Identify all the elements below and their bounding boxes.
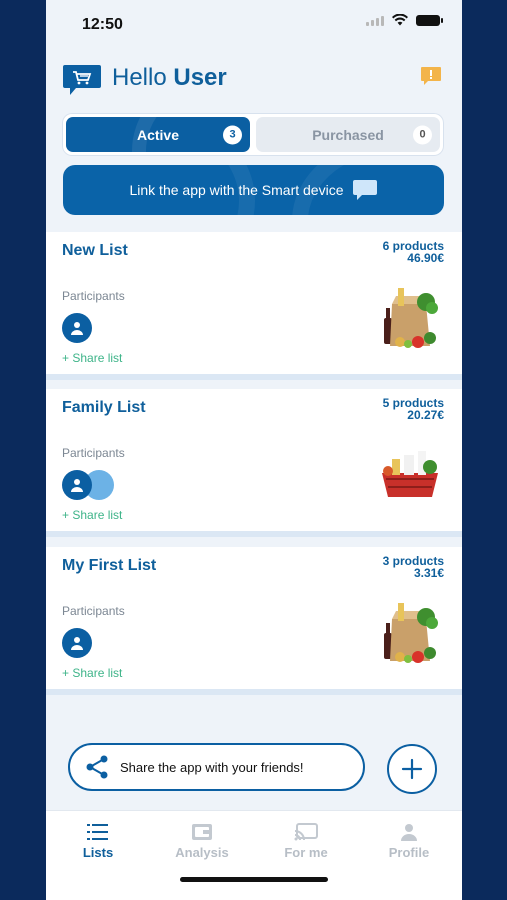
wifi-icon [392, 14, 408, 26]
active-count-badge: 3 [223, 125, 242, 144]
tab-lists-label: Lists [82, 845, 114, 860]
avatar [62, 470, 92, 500]
user-name: User [173, 64, 227, 91]
tab-for-me[interactable]: For me [266, 823, 346, 860]
share-app-label: Share the app with your friends! [120, 759, 304, 775]
tab-active-label: Active [136, 126, 180, 143]
tab-lists[interactable]: Lists [58, 823, 138, 860]
participants-label: Participants [62, 446, 125, 460]
wallet-icon [192, 824, 212, 840]
participants-label: Participants [62, 604, 125, 618]
tab-active[interactable]: Active 3 [66, 117, 250, 152]
app-screen: 12:50 Hello User Active 3 Purchased 0 Li… [46, 0, 462, 900]
tab-purchased[interactable]: Purchased 0 [256, 117, 440, 152]
list-total-price: 3.31€ [413, 566, 444, 580]
share-icon [86, 755, 108, 779]
link-smart-device-button[interactable]: Link the app with the Smart device [63, 165, 444, 215]
status-bar: 12:50 [46, 0, 462, 48]
list-title: Family List [62, 399, 146, 416]
tab-analysis-label: Analysis [175, 845, 229, 860]
tab-analysis[interactable]: Analysis [162, 823, 242, 860]
list-total-price: 46.90€ [407, 251, 444, 265]
list-card[interactable]: New List 6 products 46.90€ Participants … [46, 232, 462, 380]
person-icon [401, 824, 417, 841]
notification-alert-icon[interactable] [420, 66, 442, 86]
list-summary: 3 products 3.31€ [383, 555, 444, 579]
plus-icon [401, 758, 423, 780]
grocery-bag-icon [384, 603, 438, 663]
list-status-segmented-control: Active 3 Purchased 0 [62, 113, 444, 156]
cellular-signal-icon [366, 14, 384, 26]
add-list-button[interactable] [387, 744, 437, 794]
list-card[interactable]: Family List 5 products 20.27€ Participan… [46, 389, 462, 537]
greeting-text: Hello [112, 64, 167, 91]
share-list-link[interactable]: + Share list [62, 508, 122, 522]
avatar [62, 313, 92, 343]
greeting-title: Hello User [112, 64, 227, 92]
battery-icon [416, 14, 443, 26]
list-total-price: 20.27€ [407, 408, 444, 422]
list-card[interactable]: My First List 3 products 3.31€ Participa… [46, 547, 462, 695]
grocery-bag-icon [384, 288, 438, 348]
grocery-basket-icon [382, 451, 438, 497]
list-title: My First List [62, 557, 157, 574]
tab-profile-label: Profile [388, 845, 430, 860]
participants-label: Participants [62, 289, 125, 303]
list-summary: 6 products 46.90€ [383, 240, 444, 264]
list-icon [87, 824, 108, 840]
person-icon [71, 479, 83, 492]
cart-logo-icon [63, 65, 101, 95]
tab-profile[interactable]: Profile [369, 823, 449, 860]
list-summary: 5 products 20.27€ [383, 397, 444, 421]
status-time: 12:50 [82, 16, 123, 33]
share-app-button[interactable]: Share the app with your friends! [68, 743, 365, 791]
home-indicator [180, 877, 328, 882]
list-title: New List [62, 242, 128, 259]
tab-for-me-label: For me [284, 845, 328, 860]
person-icon [71, 637, 83, 650]
person-icon [71, 322, 83, 335]
avatar [62, 628, 92, 658]
tab-purchased-label: Purchased [312, 126, 384, 143]
bottom-tab-bar: Lists Analysis For me Profile [46, 810, 462, 900]
app-header: Hello User [62, 62, 446, 98]
status-icons [366, 14, 443, 26]
share-list-link[interactable]: + Share list [62, 666, 122, 680]
share-list-link[interactable]: + Share list [62, 351, 122, 365]
link-banner-label: Link the app with the Smart device [129, 182, 344, 198]
cast-icon [294, 823, 318, 841]
chat-bubble-icon [352, 180, 377, 200]
purchased-count-badge: 0 [413, 125, 432, 144]
